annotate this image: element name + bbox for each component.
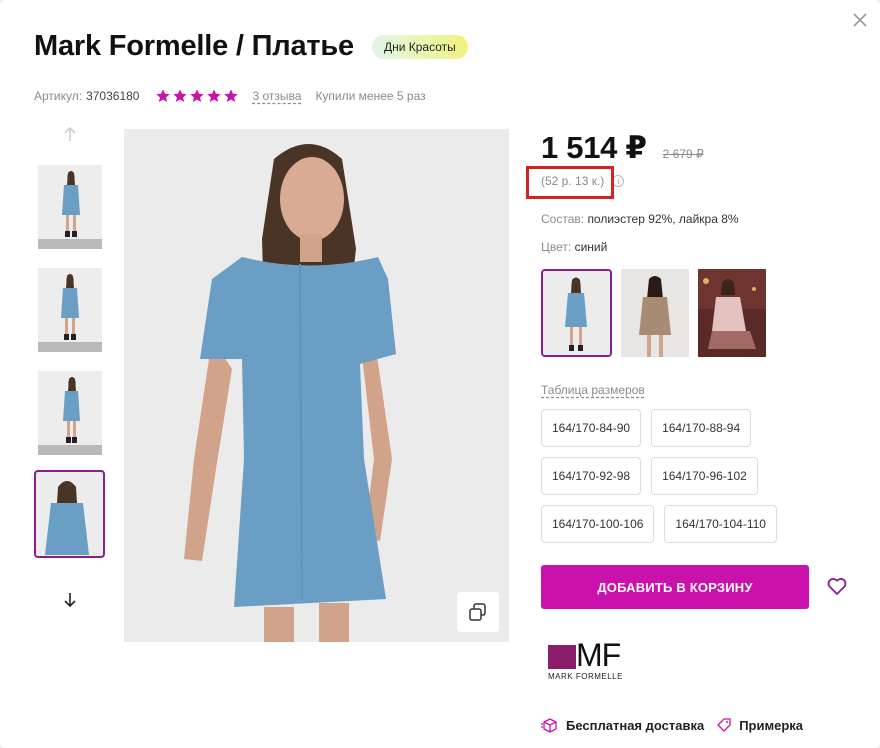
composition-label: Состав: — [541, 212, 585, 226]
composition-value: полиэстер 92%, лайкра 8% — [587, 212, 739, 226]
highlight-box — [526, 166, 614, 199]
star-icon — [190, 89, 205, 102]
tag-icon — [717, 718, 731, 732]
star-icon — [173, 89, 188, 102]
brand-mark — [548, 645, 576, 669]
rating-stars — [155, 88, 240, 104]
size-option[interactable]: 164/170-104-110 — [664, 505, 777, 543]
star-icon — [156, 89, 171, 102]
heart-icon[interactable] — [825, 574, 851, 600]
brand-logo[interactable]: MF MARK FORMELLE — [548, 637, 648, 683]
size-option[interactable]: 164/170-96-102 — [651, 457, 758, 495]
size-table-link[interactable]: Таблица размеров — [541, 383, 645, 397]
size-row: 164/170-100-106 164/170-104-110 — [541, 505, 841, 543]
current-price: 1 514 ₽ — [541, 130, 647, 165]
fitting-label: Примерка — [739, 717, 804, 733]
size-options: 164/170-84-90 164/170-88-94 164/170-92-9… — [541, 409, 841, 553]
size-option[interactable]: 164/170-100-106 — [541, 505, 655, 543]
free-delivery-link[interactable]: Бесплатная доставка — [541, 717, 704, 733]
thumbnail-4-active[interactable] — [34, 470, 105, 558]
size-row: 164/170-92-98 164/170-96-102 — [541, 457, 841, 495]
color-options — [541, 269, 775, 357]
add-to-cart-button[interactable]: ДОБАВИТЬ В КОРЗИНУ — [541, 565, 809, 609]
color-option-beige[interactable] — [621, 269, 689, 357]
size-option[interactable]: 164/170-84-90 — [541, 409, 642, 447]
star-icon — [207, 89, 222, 102]
articul-label: Артикул: — [34, 89, 83, 103]
brand-logo-letters: MF — [576, 637, 621, 673]
bottom-links: Бесплатная доставка Примерка — [541, 717, 815, 733]
bought-count: Купили менее 5 раз — [315, 89, 426, 103]
color-label: Цвет: — [541, 240, 572, 254]
product-modal: Mark Formelle / Платье Дни Красоты Артик… — [0, 0, 880, 748]
price-row: 1 514 ₽ 2 679 ₽ — [541, 130, 861, 166]
thumbnail-1[interactable] — [38, 165, 102, 249]
thumbnail-3[interactable] — [38, 371, 102, 455]
color-option-blue[interactable] — [541, 269, 612, 357]
meta-row: Артикул: 37036180 3 отзыва Купили менее … — [34, 88, 426, 104]
color-option-pink[interactable] — [698, 269, 766, 357]
close-icon[interactable] — [848, 8, 872, 32]
size-option[interactable]: 164/170-88-94 — [651, 409, 752, 447]
brand-logo-name: MARK FORMELLE — [548, 672, 623, 681]
color-value: синий — [574, 240, 608, 254]
copy-zoom-icon[interactable] — [457, 592, 499, 632]
title-row: Mark Formelle / Платье Дни Красоты — [34, 30, 468, 63]
info-icon[interactable]: i — [612, 175, 625, 187]
articul-value: 37036180 — [86, 89, 140, 103]
product-title: Mark Formelle / Платье — [34, 30, 354, 62]
composition-line: Состав: полиэстер 92%, лайкра 8% — [541, 212, 739, 226]
star-icon — [224, 89, 239, 102]
thumbnail-2[interactable] — [38, 268, 102, 352]
free-delivery-label: Бесплатная доставка — [566, 717, 705, 733]
size-row: 164/170-84-90 164/170-88-94 — [541, 409, 841, 447]
main-product-photo[interactable] — [124, 129, 509, 642]
arrow-up-icon — [34, 125, 106, 149]
size-option[interactable]: 164/170-92-98 — [541, 457, 642, 495]
old-price: 2 679 ₽ — [662, 147, 704, 161]
color-line: Цвет: синий — [541, 240, 607, 254]
installment-row: (52 р. 13 к.) i — [526, 166, 625, 199]
arrow-down-icon[interactable] — [34, 591, 106, 615]
box-icon — [541, 718, 557, 733]
product-info-panel: 1 514 ₽ 2 679 ₽ (52 р. 13 к.) i Состав: … — [526, 130, 861, 733]
fitting-link[interactable]: Примерка — [716, 717, 803, 733]
promo-badge[interactable]: Дни Красоты — [371, 34, 468, 59]
reviews-link[interactable]: 3 отзыва — [252, 89, 301, 103]
